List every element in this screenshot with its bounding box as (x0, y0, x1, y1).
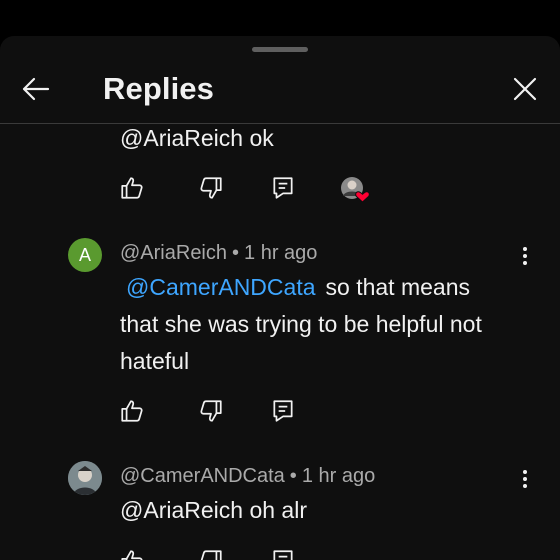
comment-time: 1 hr ago (244, 242, 318, 264)
like-button[interactable] (119, 175, 145, 201)
arrow-left-icon (22, 77, 50, 101)
mention-link[interactable]: @CamerANDCata (126, 274, 316, 300)
thumbs-up-icon (121, 177, 143, 199)
creator-heart-icon (341, 177, 370, 203)
dislike-button[interactable] (198, 548, 224, 560)
like-button[interactable] (119, 398, 145, 424)
comment-text: @CamerANDCata so that means (120, 269, 470, 306)
reply-icon (273, 550, 293, 560)
back-button[interactable] (18, 72, 52, 106)
dislike-button[interactable] (198, 175, 224, 201)
avatar[interactable] (68, 461, 102, 495)
comment-author[interactable]: @AriaReich (120, 242, 227, 264)
thumbs-down-icon (200, 550, 222, 560)
more-options-button[interactable] (516, 468, 534, 490)
avatar[interactable]: A (68, 238, 102, 272)
comment-author[interactable]: @CamerANDCata (120, 465, 285, 487)
replies-header: Replies (0, 56, 560, 124)
close-button[interactable] (508, 72, 542, 106)
more-vertical-icon (523, 470, 527, 488)
page-title: Replies (103, 71, 214, 106)
more-options-button[interactable] (516, 245, 534, 267)
comment-line: so that means (325, 274, 470, 300)
drag-handle[interactable] (252, 47, 308, 52)
reply-button[interactable] (270, 548, 296, 560)
comment-meta: @CamerANDCata • 1 hr ago (120, 465, 375, 488)
thumbs-down-icon (200, 400, 222, 422)
replies-sheet: Replies @AriaReich ok A @AriaReich • 1 h… (0, 36, 560, 560)
close-icon (513, 77, 537, 101)
creator-heart-badge[interactable] (340, 176, 372, 204)
more-vertical-icon (523, 247, 527, 265)
avatar-image (68, 461, 102, 495)
meta-separator: • (232, 242, 240, 264)
reply-icon (273, 400, 293, 422)
meta-separator: • (289, 465, 297, 487)
thumbs-up-icon (121, 400, 143, 422)
comment-meta: @AriaReich • 1 hr ago (120, 242, 317, 265)
comment-line: that she was trying to be helpful not (120, 311, 482, 337)
comment-text: @AriaReich oh alr (120, 497, 307, 523)
reply-button[interactable] (270, 175, 296, 201)
dislike-button[interactable] (198, 398, 224, 424)
thumbs-up-icon (121, 550, 143, 560)
comment-text: @AriaReich ok (120, 125, 274, 151)
comment-line: hateful (120, 348, 190, 374)
reply-button[interactable] (270, 398, 296, 424)
thumbs-down-icon (200, 177, 222, 199)
reply-icon (273, 177, 293, 199)
like-button[interactable] (119, 548, 145, 560)
comment-time: 1 hr ago (301, 465, 376, 487)
